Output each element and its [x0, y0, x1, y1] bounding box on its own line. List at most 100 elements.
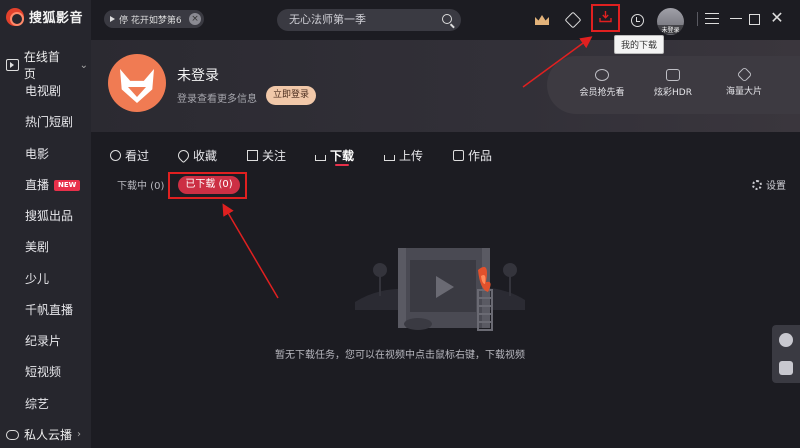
- avatar-label: 未登录: [657, 25, 684, 34]
- search-icon[interactable]: [442, 14, 452, 24]
- vip-crown-button[interactable]: [531, 9, 553, 31]
- skin-button[interactable]: [562, 9, 584, 31]
- profile-subtitle: 登录查看更多信息: [177, 94, 257, 105]
- search-placeholder: 无心法师第一季: [289, 13, 366, 26]
- app-logo: 搜狐影音: [6, 7, 83, 26]
- play-square-icon: [6, 59, 19, 71]
- clock-icon: [630, 13, 644, 27]
- tab-history[interactable]: 看过: [110, 147, 149, 164]
- sidebar-item-short-video[interactable]: 短视频: [25, 363, 61, 380]
- cloud-icon: [6, 429, 19, 440]
- pin-icon: [564, 11, 582, 29]
- sidebar-item-label: 私人云播: [24, 428, 73, 442]
- now-playing-pill[interactable]: 停 花开如梦第6 ×: [104, 10, 204, 28]
- vip-item-label: 会员抢先看: [579, 88, 625, 98]
- sidebar-item-cloud[interactable]: 私人云播 ›: [6, 426, 81, 443]
- search-input[interactable]: 无心法师第一季: [277, 9, 461, 31]
- settings-button[interactable]: 设置: [752, 177, 786, 192]
- tab-label: 上传: [399, 149, 424, 163]
- floating-toolbar: [772, 325, 800, 383]
- tab-following[interactable]: 关注: [247, 147, 286, 164]
- refresh-icon[interactable]: [779, 333, 793, 347]
- sidebar-item-label: 电影: [25, 147, 50, 161]
- sidebar-item-movie[interactable]: 电影: [25, 145, 49, 162]
- tab-label: 下载: [330, 149, 355, 163]
- download-icon[interactable]: [599, 10, 612, 23]
- history-button[interactable]: [626, 9, 648, 31]
- fox-logo-icon: [120, 69, 154, 103]
- heart-icon: [175, 147, 192, 164]
- chat-icon[interactable]: [779, 361, 793, 375]
- sidebar-item-label: 短视频: [25, 365, 62, 379]
- app-window: 搜狐影音 在线首页 ⌄ 电视剧 热门短剧 电影 直播 NEW 搜狐出品 美剧 少儿…: [0, 0, 800, 448]
- profile-avatar[interactable]: [108, 54, 166, 112]
- vip-item-label: 炫彩HDR: [654, 88, 692, 98]
- sidebar-item-label: 电视剧: [25, 84, 62, 98]
- close-icon[interactable]: ×: [189, 13, 201, 25]
- avatar[interactable]: 未登录: [657, 8, 684, 35]
- sidebar-item-home[interactable]: 在线首页 ⌄: [6, 48, 88, 82]
- sidebar-item-sohu-original[interactable]: 搜狐出品: [25, 207, 73, 224]
- hd-icon: [666, 69, 680, 81]
- settings-label: 设置: [766, 181, 786, 192]
- sidebar-item-qianfan-live[interactable]: 千帆直播: [25, 301, 73, 318]
- minimize-icon: [730, 11, 742, 19]
- active-tab-indicator: [335, 164, 349, 166]
- plus-square-icon: [247, 150, 258, 161]
- play-icon: [110, 16, 115, 22]
- sidebar-item-label: 千帆直播: [25, 303, 74, 317]
- tab-favorites[interactable]: 收藏: [175, 147, 218, 164]
- subtab-downloading[interactable]: 下载中 (0): [117, 177, 164, 192]
- vip-item-early-access[interactable]: 会员抢先看: [567, 56, 637, 114]
- video-icon: [453, 150, 464, 161]
- clock-icon: [110, 150, 121, 161]
- tab-label: 看过: [125, 149, 150, 163]
- chevron-right-icon: ›: [77, 429, 82, 440]
- sidebar: 搜狐影音 在线首页 ⌄ 电视剧 热门短剧 电影 直播 NEW 搜狐出品 美剧 少儿…: [0, 0, 91, 448]
- divider: [697, 12, 698, 26]
- sidebar-item-label: 少儿: [25, 272, 50, 286]
- upload-icon: [384, 155, 395, 161]
- cube-icon: [736, 66, 752, 83]
- maximize-button[interactable]: [749, 14, 760, 25]
- download-icon: [315, 155, 326, 161]
- sidebar-item-short-drama[interactable]: 热门短剧: [25, 113, 73, 130]
- tab-downloads[interactable]: 下载: [315, 147, 354, 164]
- sohu-logo-icon: [6, 7, 24, 26]
- app-name: 搜狐影音: [29, 11, 84, 26]
- vip-item-hdr[interactable]: 炫彩HDR: [638, 56, 708, 114]
- menu-icon[interactable]: [705, 13, 719, 24]
- sidebar-item-label: 综艺: [25, 397, 50, 411]
- gear-icon: [752, 179, 762, 190]
- now-playing-title: 停 花开如梦第6: [119, 15, 182, 26]
- play-circle-icon: [595, 69, 609, 81]
- sidebar-item-variety[interactable]: 综艺: [25, 395, 49, 412]
- sidebar-item-label: 在线首页: [23, 50, 60, 81]
- vip-benefits-panel: 会员抢先看 炫彩HDR 海量大片: [547, 56, 800, 114]
- empty-state-text: 暂无下载任务，您可以在视频中点击鼠标右键，下载视频: [275, 350, 525, 361]
- sidebar-item-tv[interactable]: 电视剧: [25, 82, 61, 99]
- new-badge: NEW: [54, 180, 81, 191]
- close-window-button[interactable]: ✕: [770, 10, 784, 26]
- minimize-button[interactable]: [730, 11, 744, 25]
- sidebar-item-label: 美剧: [25, 240, 50, 254]
- annotation-arrow-downloaded: [222, 203, 279, 299]
- sidebar-item-live[interactable]: 直播 NEW: [25, 176, 81, 193]
- sidebar-item-label: 直播: [25, 178, 50, 192]
- login-button[interactable]: 立即登录: [266, 86, 316, 105]
- vip-item-movies[interactable]: 海量大片: [709, 56, 779, 114]
- tab-label: 作品: [468, 149, 493, 163]
- crown-icon: [535, 15, 549, 25]
- tab-uploads[interactable]: 上传: [384, 147, 423, 164]
- chevron-down-icon: ⌄: [79, 59, 88, 71]
- download-tooltip: 我的下载: [614, 35, 665, 54]
- downloaded-highlight-box: [168, 172, 247, 199]
- tab-label: 收藏: [193, 149, 218, 163]
- sidebar-item-kids[interactable]: 少儿: [25, 270, 49, 287]
- vip-item-label: 海量大片: [725, 87, 762, 97]
- sidebar-item-us-drama[interactable]: 美剧: [25, 238, 49, 255]
- tab-works[interactable]: 作品: [453, 147, 492, 164]
- sidebar-item-label: 热门短剧: [25, 115, 74, 129]
- profile-name: 未登录: [177, 68, 219, 84]
- sidebar-item-label: 搜狐出品: [25, 209, 74, 223]
